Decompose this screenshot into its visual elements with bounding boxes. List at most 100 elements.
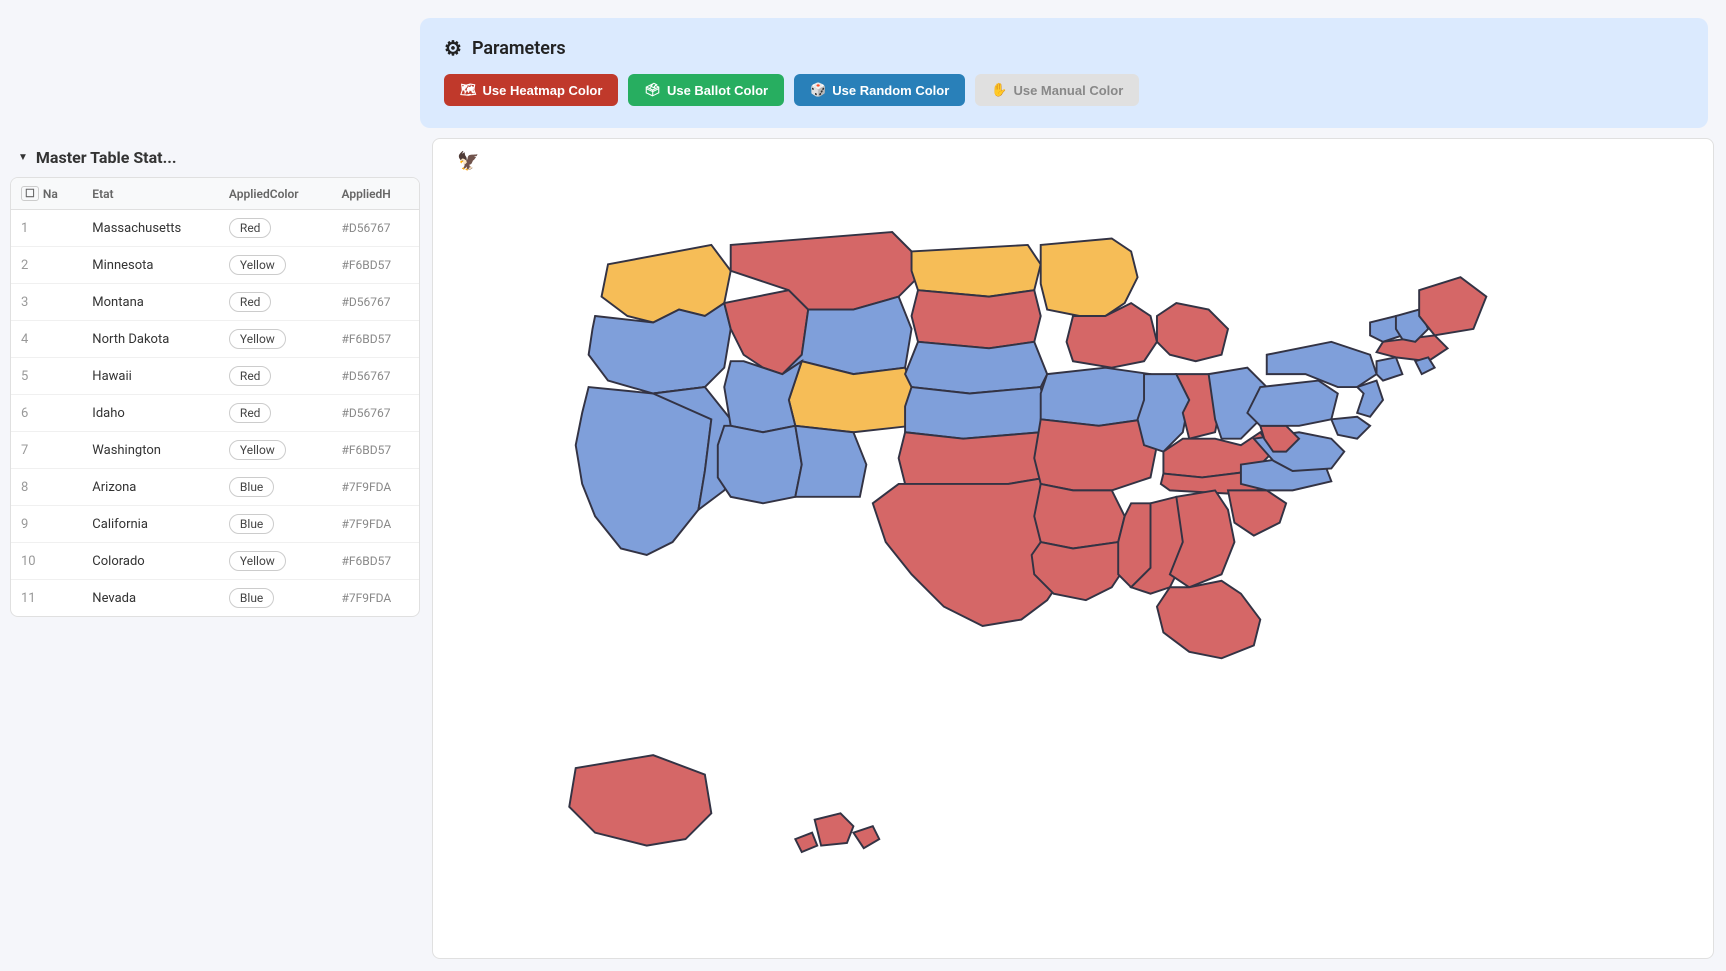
table-row: 10 Colorado Yellow #F6BD57 — [11, 543, 419, 580]
state-missouri[interactable] — [1034, 419, 1157, 490]
state-name: North Dakota — [82, 321, 219, 358]
row-number: 10 — [11, 543, 82, 580]
hex-value: #D56767 — [331, 284, 419, 321]
state-south-carolina[interactable] — [1228, 490, 1286, 535]
color-badge: Blue — [229, 514, 274, 534]
color-badge-cell: Red — [219, 395, 332, 432]
collapse-triangle[interactable]: ▼ — [18, 152, 28, 163]
state-utah[interactable] — [724, 361, 802, 432]
panel-title-text: Parameters — [472, 38, 566, 59]
color-badge: Blue — [229, 588, 274, 608]
state-arkansas[interactable] — [1034, 484, 1124, 549]
table-row: 2 Minnesota Yellow #F6BD57 — [11, 247, 419, 284]
state-kansas[interactable] — [905, 387, 1047, 439]
state-name: Idaho — [82, 395, 219, 432]
state-name: Colorado — [82, 543, 219, 580]
row-number: 11 — [11, 580, 82, 617]
us-map-svg — [433, 139, 1713, 958]
state-hawaii-2[interactable] — [795, 833, 817, 852]
data-table-container: ☐ Na Etat AppliedColor AppliedH 1 Massac… — [10, 177, 420, 617]
main-content: ▼ Master Table Stat... ☐ Na Eta — [0, 138, 1726, 971]
state-nebraska[interactable] — [905, 342, 1047, 394]
state-alaska[interactable] — [569, 755, 711, 845]
color-badge-cell: Yellow — [219, 432, 332, 469]
state-connecticut[interactable] — [1377, 357, 1403, 380]
map-panel: 🦅 — [432, 138, 1714, 959]
col-appliedh: AppliedH — [331, 178, 419, 210]
hex-value: #7F9FDA — [331, 506, 419, 543]
color-badge-cell: Blue — [219, 580, 332, 617]
table-row: 6 Idaho Red #D56767 — [11, 395, 419, 432]
hex-value: #D56767 — [331, 210, 419, 247]
row-number: 6 — [11, 395, 82, 432]
hex-value: #7F9FDA — [331, 580, 419, 617]
col-etat: Etat — [82, 178, 219, 210]
state-maine[interactable] — [1419, 277, 1486, 335]
hex-value: #D56767 — [331, 395, 419, 432]
color-badge: Yellow — [229, 329, 286, 349]
table-row: 9 California Blue #7F9FDA — [11, 506, 419, 543]
state-new-mexico[interactable] — [795, 426, 866, 497]
parameters-panel: ⚙ Parameters 🗺 Use Heatmap Color 🗳 Use B… — [420, 18, 1708, 128]
color-badge-cell: Yellow — [219, 543, 332, 580]
manual-icon: ✋ — [991, 82, 1007, 98]
state-north-dakota[interactable] — [912, 245, 1041, 297]
table-row: 4 North Dakota Yellow #F6BD57 — [11, 321, 419, 358]
bird-icon: 🦅 — [457, 151, 479, 172]
state-minnesota[interactable] — [1041, 239, 1138, 317]
state-maryland[interactable] — [1331, 417, 1370, 439]
col-icon: ☐ — [21, 186, 39, 201]
color-badge-cell: Blue — [219, 469, 332, 506]
table-row: 7 Washington Yellow #F6BD57 — [11, 432, 419, 469]
table-header-row: ☐ Na Etat AppliedColor AppliedH — [11, 178, 419, 210]
state-oklahoma[interactable] — [899, 432, 1054, 484]
manual-color-button[interactable]: ✋ Use Manual Color — [975, 74, 1139, 106]
state-florida[interactable] — [1157, 581, 1260, 659]
color-badge: Yellow — [229, 255, 286, 275]
state-arizona[interactable] — [718, 426, 802, 504]
state-california[interactable] — [576, 387, 712, 555]
heatmap-icon: 🗺 — [460, 82, 477, 98]
row-number: 4 — [11, 321, 82, 358]
hex-value: #F6BD57 — [331, 543, 419, 580]
ballot-icon: 🗳 — [644, 82, 661, 98]
color-badge-cell: Yellow — [219, 247, 332, 284]
col-appliedcolor: AppliedColor — [219, 178, 332, 210]
state-name: Nevada — [82, 580, 219, 617]
state-michigan[interactable] — [1157, 303, 1228, 361]
heatmap-color-button[interactable]: 🗺 Use Heatmap Color — [444, 74, 618, 106]
hex-value: #F6BD57 — [331, 247, 419, 284]
app-layout: ⚙ Parameters 🗺 Use Heatmap Color 🗳 Use B… — [0, 0, 1726, 971]
panel-title: ⚙ Parameters — [444, 36, 1684, 60]
section-title: ▼ Master Table Stat... — [10, 148, 420, 167]
state-name: Massachusetts — [82, 210, 219, 247]
state-new-york[interactable] — [1267, 342, 1377, 387]
state-pennsylvania[interactable] — [1247, 381, 1337, 426]
row-number: 8 — [11, 469, 82, 506]
color-badge: Red — [229, 292, 272, 312]
ballot-color-button[interactable]: 🗳 Use Ballot Color — [628, 74, 784, 106]
color-badge-cell: Blue — [219, 506, 332, 543]
row-number: 1 — [11, 210, 82, 247]
hex-value: #7F9FDA — [331, 469, 419, 506]
table-row: 3 Montana Red #D56767 — [11, 284, 419, 321]
color-badge-cell: Yellow — [219, 321, 332, 358]
state-south-dakota[interactable] — [912, 290, 1041, 348]
row-number: 7 — [11, 432, 82, 469]
row-number: 5 — [11, 358, 82, 395]
state-new-jersey[interactable] — [1357, 381, 1383, 417]
random-color-button[interactable]: 🎲 Use Random Color — [794, 74, 965, 106]
gear-icon: ⚙ — [444, 36, 462, 60]
state-name: Washington — [82, 432, 219, 469]
color-badge: Yellow — [229, 440, 286, 460]
state-name: California — [82, 506, 219, 543]
left-panel: ▼ Master Table Stat... ☐ Na Eta — [0, 138, 420, 971]
state-hawaii-main[interactable] — [815, 813, 854, 845]
row-number: 2 — [11, 247, 82, 284]
states-table: ☐ Na Etat AppliedColor AppliedH 1 Massac… — [11, 178, 419, 616]
table-row: 8 Arizona Blue #7F9FDA — [11, 469, 419, 506]
color-badge: Red — [229, 366, 272, 386]
state-hawaii-3[interactable] — [853, 826, 879, 848]
state-name: Hawaii — [82, 358, 219, 395]
hex-value: #D56767 — [331, 358, 419, 395]
